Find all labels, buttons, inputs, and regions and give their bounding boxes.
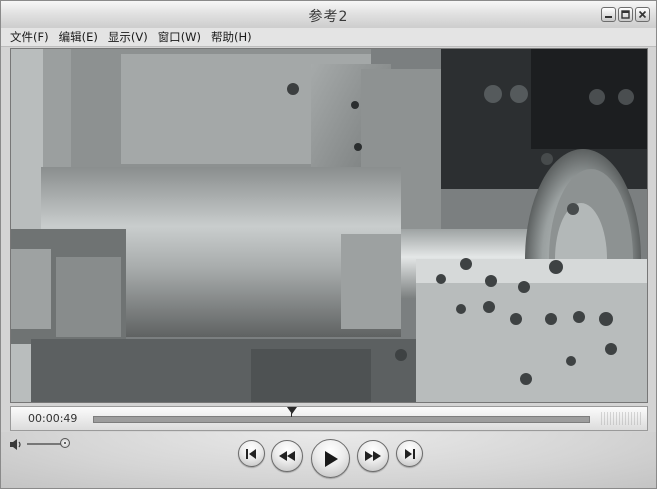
control-panel <box>1 432 656 488</box>
current-time: 00:00:49 <box>28 412 78 425</box>
rewind-icon <box>279 451 295 461</box>
skip-to-start-button[interactable] <box>238 440 265 467</box>
play-button[interactable] <box>311 439 350 478</box>
menu-window[interactable]: 窗口(W) <box>153 29 206 45</box>
rewind-button[interactable] <box>271 440 303 472</box>
player-window: 参考2 文件(F) 编辑(E) 显示(V) 窗口(W) 帮助(H) 00:00:… <box>0 0 657 489</box>
seek-thumb-stem <box>291 413 293 417</box>
menu-bar: 文件(F) 编辑(E) 显示(V) 窗口(W) 帮助(H) <box>1 28 656 47</box>
seek-track[interactable] <box>93 416 590 423</box>
minimize-button[interactable] <box>601 7 616 22</box>
play-icon <box>324 450 338 467</box>
close-button[interactable] <box>635 7 650 22</box>
speaker-icon[interactable] <box>9 438 23 451</box>
window-title: 参考2 <box>308 9 349 25</box>
menu-view[interactable]: 显示(V) <box>103 29 153 45</box>
skip-to-end-button[interactable] <box>396 440 423 467</box>
maximize-icon <box>621 10 630 19</box>
menu-edit[interactable]: 编辑(E) <box>54 29 103 45</box>
volume-knob[interactable] <box>59 438 70 448</box>
seek-track-grip <box>601 412 641 425</box>
window-controls <box>601 7 650 22</box>
fast-forward-icon <box>365 451 381 461</box>
seek-bar-panel: 00:00:49 <box>10 406 648 431</box>
maximize-button[interactable] <box>618 7 633 22</box>
minimize-icon <box>605 16 612 18</box>
title-bar[interactable]: 参考2 <box>1 1 656 29</box>
menu-help[interactable]: 帮助(H) <box>206 29 257 45</box>
menu-file[interactable]: 文件(F) <box>5 29 54 45</box>
skip-to-end-icon <box>405 448 415 459</box>
skip-to-start-icon <box>246 448 256 459</box>
fast-forward-button[interactable] <box>357 440 389 472</box>
video-frame[interactable] <box>10 48 648 403</box>
close-icon <box>638 10 647 19</box>
